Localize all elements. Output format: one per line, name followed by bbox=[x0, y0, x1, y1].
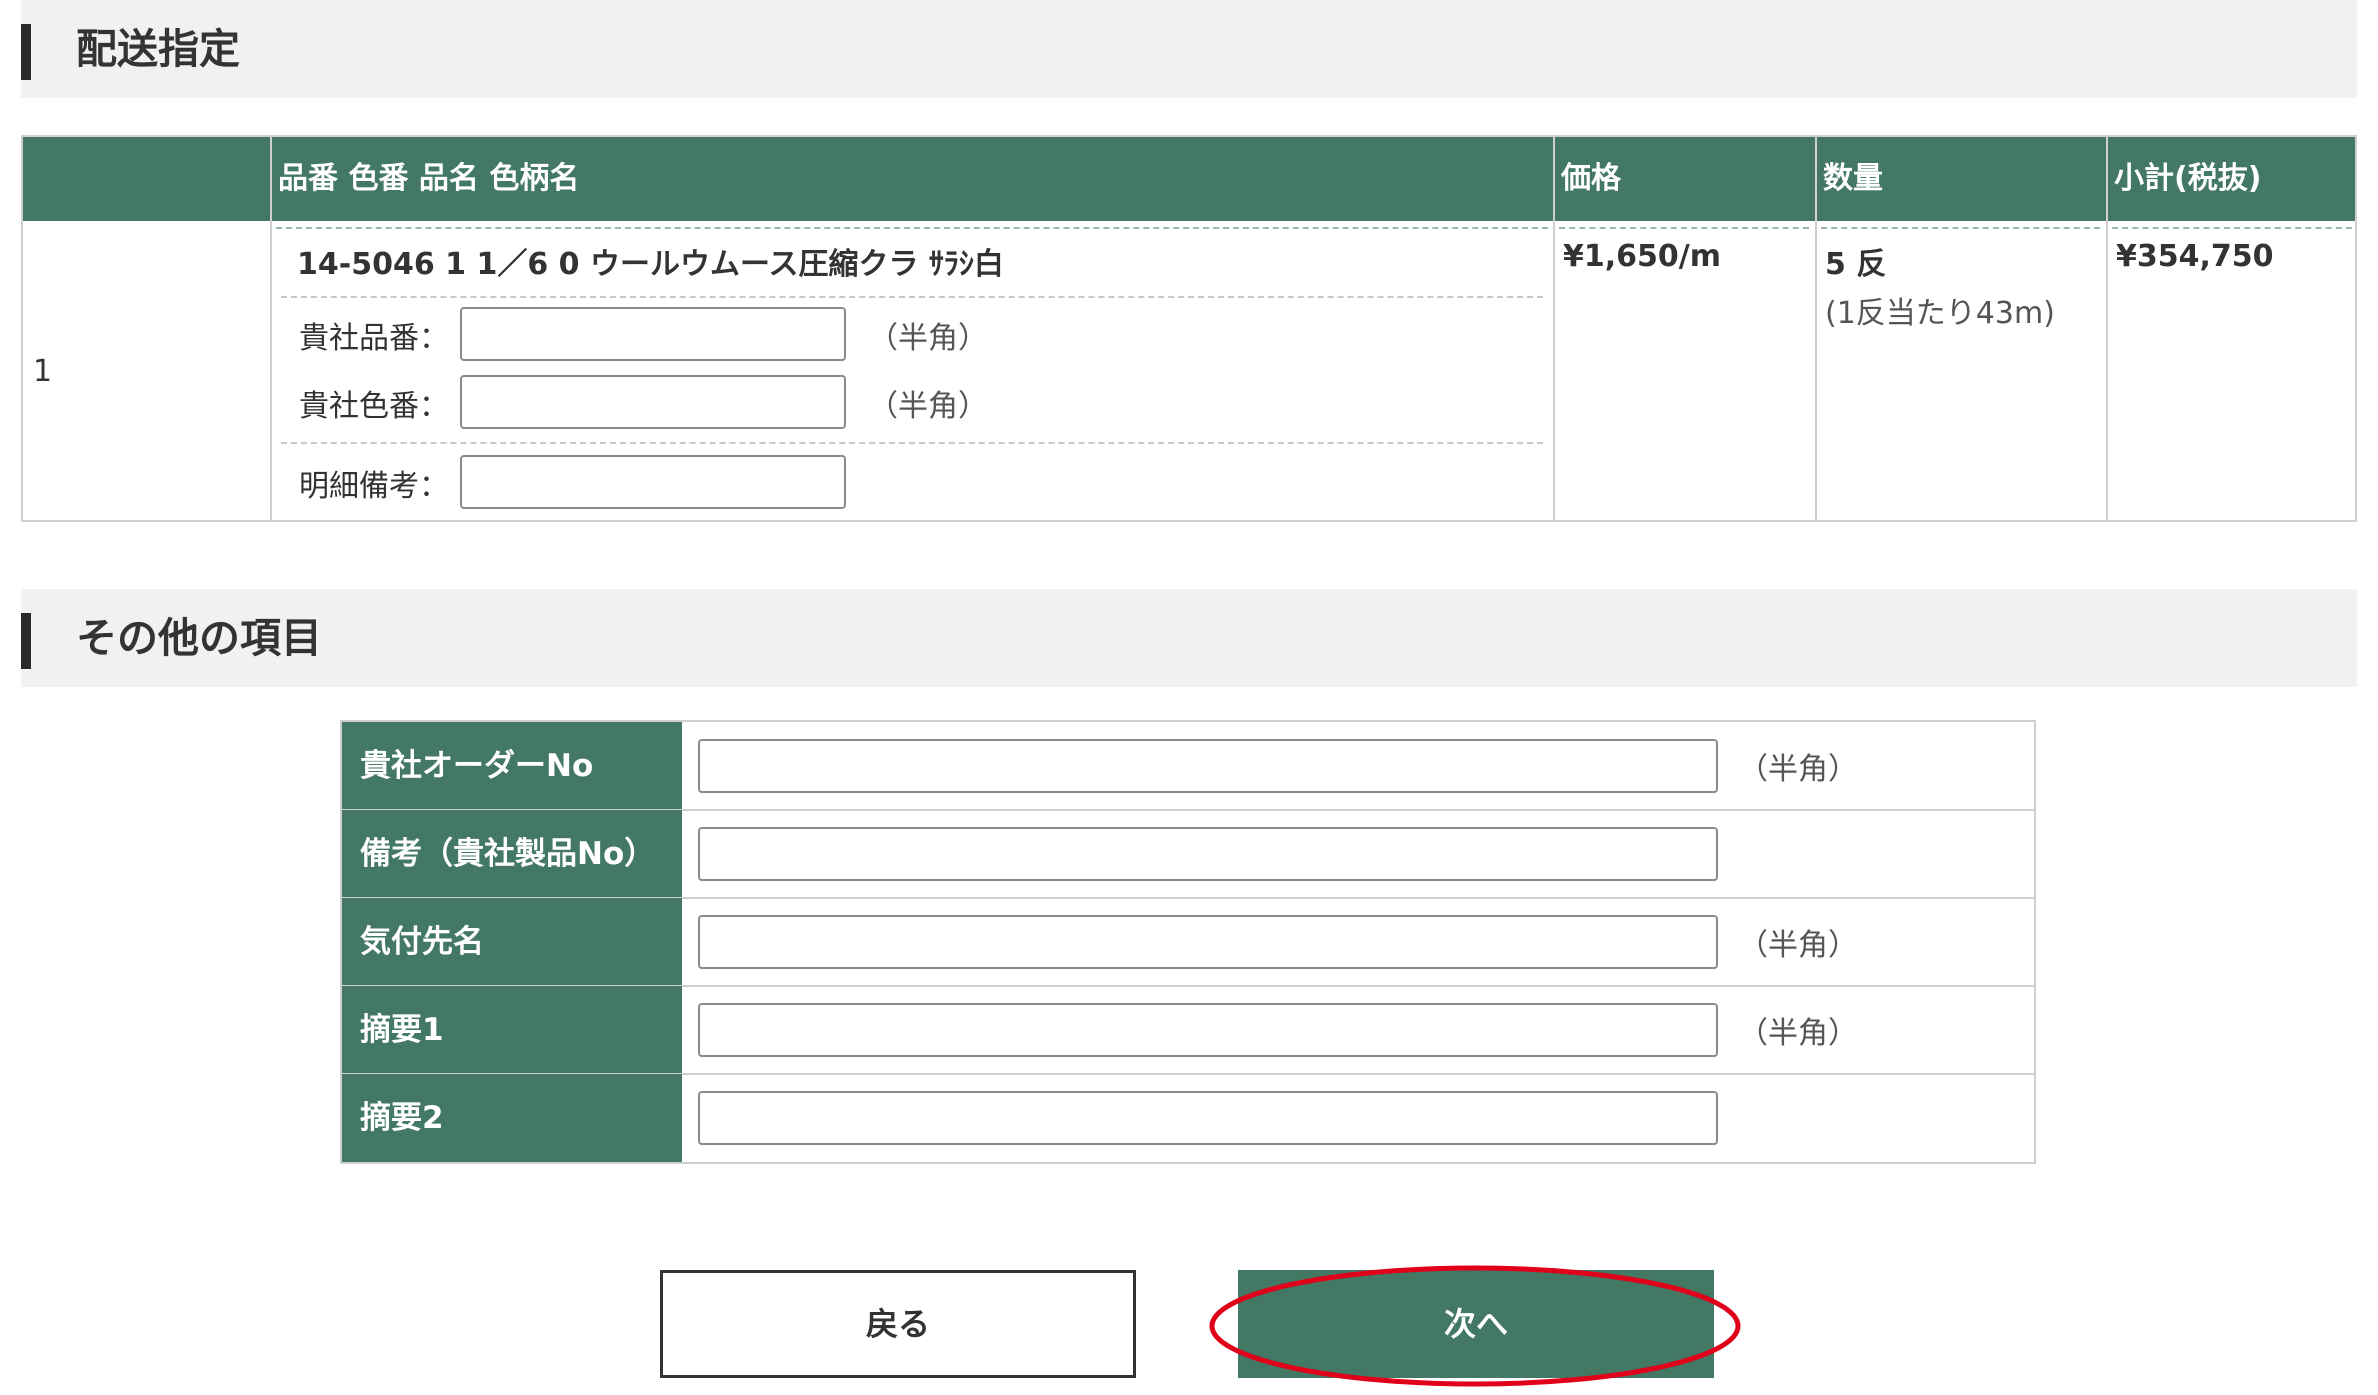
section-header-other: その他の項目 bbox=[21, 589, 2357, 687]
price-value: ¥1,650/m bbox=[1563, 239, 1721, 274]
remarks-input[interactable] bbox=[698, 827, 1718, 881]
attention-name-input[interactable] bbox=[698, 915, 1718, 969]
customer-color-note: （半角） bbox=[868, 389, 988, 424]
remarks-label: 備考（貴社製品No） bbox=[342, 810, 682, 898]
summary2-input[interactable] bbox=[698, 1091, 1718, 1145]
customer-part-input[interactable] bbox=[460, 307, 846, 361]
summary1-label: 摘要1 bbox=[342, 986, 682, 1074]
section-header-delivery: 配送指定 bbox=[21, 0, 2357, 98]
quantity-value: 5 反 bbox=[1825, 247, 1887, 282]
order-table: 品番 色番 品名 色柄名 価格 数量 小計(税抜) 1 14-5046 1 1／… bbox=[21, 135, 2357, 522]
header-product: 品番 色番 品名 色柄名 bbox=[278, 161, 580, 196]
other-item-row: 気付先名 （半角） bbox=[342, 898, 2034, 987]
summary1-note: （半角） bbox=[1738, 1016, 1858, 1051]
other-item-row: 貴社オーダーNo （半角） bbox=[342, 722, 2034, 811]
section-marker bbox=[21, 613, 31, 669]
section-title-other: その他の項目 bbox=[76, 614, 322, 662]
customer-color-input[interactable] bbox=[460, 375, 846, 429]
order-no-note: （半角） bbox=[1738, 752, 1858, 787]
header-subtotal: 小計(税抜) bbox=[2114, 161, 2262, 196]
attention-name-label: 気付先名 bbox=[342, 898, 682, 986]
header-index bbox=[23, 137, 270, 221]
header-quantity: 数量 bbox=[1823, 161, 1883, 196]
section-marker bbox=[21, 24, 31, 80]
row-index: 1 bbox=[33, 354, 53, 389]
customer-color-label: 貴社色番： bbox=[299, 389, 449, 424]
customer-part-note: （半角） bbox=[868, 321, 988, 356]
subtotal-value: ¥354,750 bbox=[2116, 239, 2274, 274]
section-title-delivery: 配送指定 bbox=[76, 25, 240, 73]
quantity-note: (1反当たり43m) bbox=[1825, 296, 2055, 331]
customer-part-label: 貴社品番： bbox=[299, 321, 449, 356]
summary1-input[interactable] bbox=[698, 1003, 1718, 1057]
other-item-row: 摘要1 （半角） bbox=[342, 986, 2034, 1075]
header-price: 価格 bbox=[1561, 161, 1621, 196]
order-no-input[interactable] bbox=[698, 739, 1718, 793]
detail-remarks-input[interactable] bbox=[460, 455, 846, 509]
attention-name-note: （半角） bbox=[1738, 928, 1858, 963]
detail-remarks-label: 明細備考： bbox=[299, 469, 449, 504]
highlight-ellipse bbox=[1209, 1265, 1741, 1387]
product-name: 14-5046 1 1／6 0 ウールウムース圧縮クラ ｻﾗｼ白 bbox=[297, 247, 1004, 282]
order-table-header: 品番 色番 品名 色柄名 価格 数量 小計(税抜) bbox=[23, 137, 2355, 221]
other-items-table: 貴社オーダーNo （半角） 備考（貴社製品No） 気付先名 （半角） 摘要1 （… bbox=[340, 720, 2036, 1164]
back-button[interactable]: 戻る bbox=[660, 1270, 1136, 1378]
other-item-row: 備考（貴社製品No） bbox=[342, 810, 2034, 899]
other-item-row: 摘要2 bbox=[342, 1074, 2034, 1162]
summary2-label: 摘要2 bbox=[342, 1074, 682, 1162]
order-no-label: 貴社オーダーNo bbox=[342, 722, 682, 810]
